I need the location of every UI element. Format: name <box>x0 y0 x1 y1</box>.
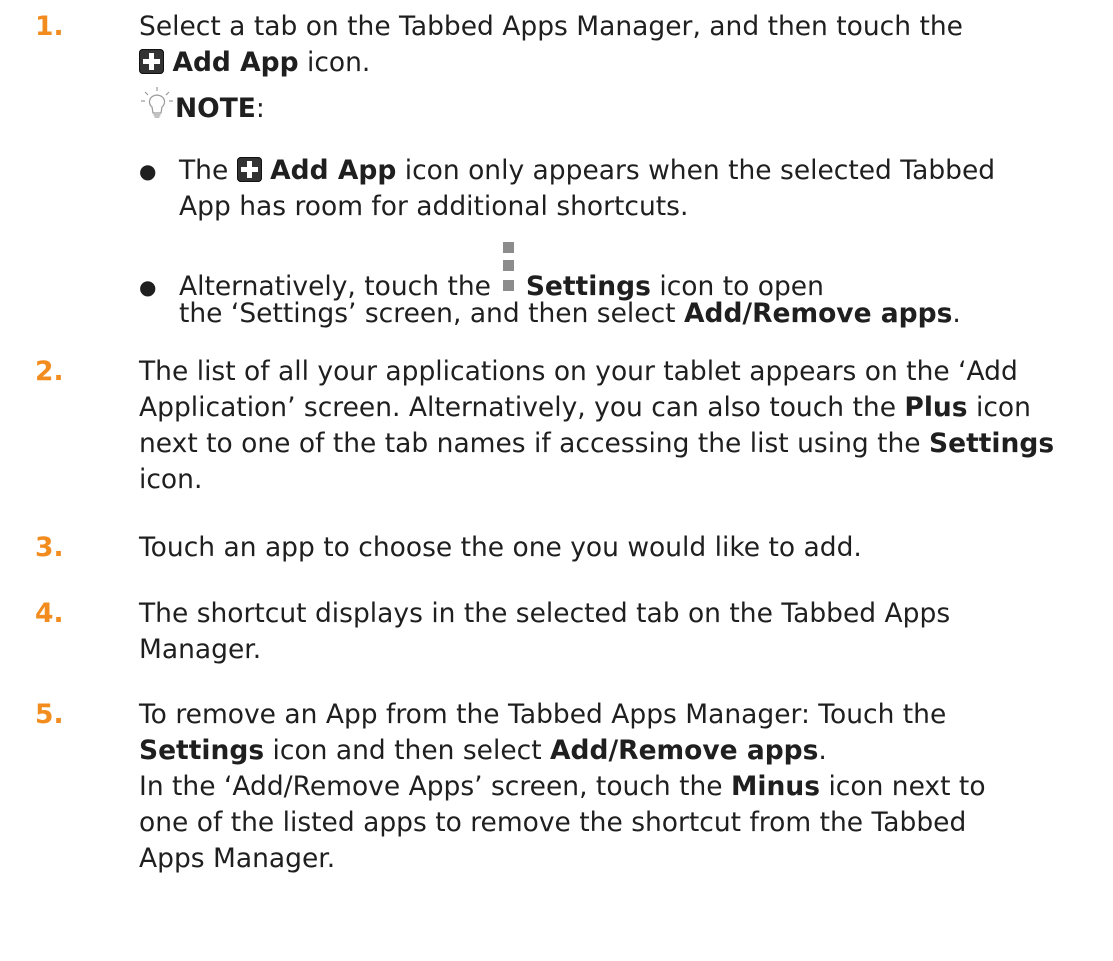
step-2: 2. The list of all your applications on … <box>0 354 1113 504</box>
step-4-line-2: Manager. <box>139 634 262 665</box>
settings-label: Settings <box>139 735 265 766</box>
step-1-line-1: Select a tab on the Tabbed Apps Manager,… <box>139 11 963 42</box>
step-1-line-2: Add App icon. <box>139 45 1103 81</box>
add-app-icon <box>139 49 164 74</box>
step-2-line-4: icon. <box>139 464 203 495</box>
step-body: Select a tab on the Tabbed Apps Manager,… <box>139 9 1103 81</box>
step-2-line-2-rest: icon <box>967 392 1031 423</box>
settings-icon <box>499 238 517 296</box>
step-number: 2. <box>35 356 64 387</box>
step-2-line-1: The list of all your applications on you… <box>139 356 1018 387</box>
step-body: Touch an app to choose the one you would… <box>139 530 1103 566</box>
settings-label: Settings <box>525 271 651 302</box>
step-5-line-2-end: . <box>818 735 827 766</box>
add-app-label: Add App <box>270 155 397 186</box>
add-app-label: Add App <box>172 47 299 78</box>
step-2-line-3: next to one of the tab names if accessin… <box>139 426 1103 462</box>
step-5: 5. To remove an App from the Tabbed Apps… <box>0 697 1113 887</box>
step-5-line-4: one of the listed apps to remove the sho… <box>139 807 967 838</box>
step-2-line-3-pre: next to one of the tab names if accessin… <box>139 428 930 459</box>
step-1-line-2-text: icon. <box>298 47 371 78</box>
note-bullet-1-text: The Add App icon only appears when the s… <box>179 153 995 225</box>
note-bullet-2-pre: Alternatively, touch the <box>179 271 500 302</box>
note-bullet-1-rest: icon only appears when the selected Tabb… <box>396 155 996 186</box>
step-5-line-3-pre: In the ‘Add/Remove Apps’ screen, touch t… <box>139 771 732 802</box>
step-number: 1. <box>35 11 64 42</box>
add-remove-apps-label: Add/Remove apps <box>683 298 953 329</box>
bullet-dot: ● <box>139 275 157 299</box>
step-2-line-2: Application’ screen. Alternatively, you … <box>139 390 1103 426</box>
note-bullet-1: ● The Add App icon only appears when the… <box>139 153 1099 233</box>
step-body: To remove an App from the Tabbed Apps Ma… <box>139 697 1103 877</box>
note-bullet-2-line-2-pre: the ‘Settings’ screen, and then select <box>179 298 684 329</box>
step-5-line-3: In the ‘Add/Remove Apps’ screen, touch t… <box>139 769 1103 805</box>
lightbulb-icon <box>141 87 173 118</box>
step-number: 3. <box>35 532 64 563</box>
minus-label: Minus <box>731 771 821 802</box>
note-heading: NOTE: <box>141 87 265 127</box>
step-3-line-1: Touch an app to choose the one you would… <box>139 532 862 563</box>
note-bullet-2-line-1: Alternatively, touch the Settings icon t… <box>179 238 961 302</box>
note-colon: : <box>255 93 265 124</box>
step-4-line-1: The shortcut displays in the selected ta… <box>139 598 951 629</box>
note-bullet-1-pre: The <box>179 155 229 186</box>
step-1: 1. Select a tab on the Tabbed Apps Manag… <box>0 9 1113 89</box>
note-label: NOTE <box>175 93 256 124</box>
bullet-dot: ● <box>139 159 157 183</box>
step-body: The shortcut displays in the selected ta… <box>139 596 1103 668</box>
note-bullet-2-text: Alternatively, touch the Settings icon t… <box>179 238 961 332</box>
note-bullet-2: ● Alternatively, touch the Settings icon… <box>139 238 1099 329</box>
step-4: 4. The shortcut displays in the selected… <box>0 596 1113 676</box>
add-remove-apps-label: Add/Remove apps <box>550 735 819 766</box>
step-5-line-2-mid: icon and then select <box>264 735 551 766</box>
note-bullet-1-line-1: The Add App icon only appears when the s… <box>179 153 995 189</box>
step-2-line-2-pre: Application’ screen. Alternatively, you … <box>139 392 905 423</box>
note-bullet-2-rest: icon to open <box>650 271 824 302</box>
note-bullet-2-line-2-end: . <box>952 298 961 329</box>
settings-label: Settings <box>929 428 1055 459</box>
step-5-line-2: Settings icon and then select Add/Remove… <box>139 733 1103 769</box>
step-5-line-1: To remove an App from the Tabbed Apps Ma… <box>139 699 947 730</box>
step-body: The list of all your applications on you… <box>139 354 1103 498</box>
step-3: 3. Touch an app to choose the one you wo… <box>0 530 1113 570</box>
step-5-line-5: Apps Manager. <box>139 843 336 874</box>
step-number: 4. <box>35 598 64 629</box>
step-number: 5. <box>35 699 64 730</box>
add-app-icon <box>236 157 262 182</box>
step-5-line-3-rest: icon next to <box>820 771 986 802</box>
note-bullet-1-line-2: App has room for additional shortcuts. <box>179 191 689 222</box>
plus-label: Plus <box>904 392 968 423</box>
